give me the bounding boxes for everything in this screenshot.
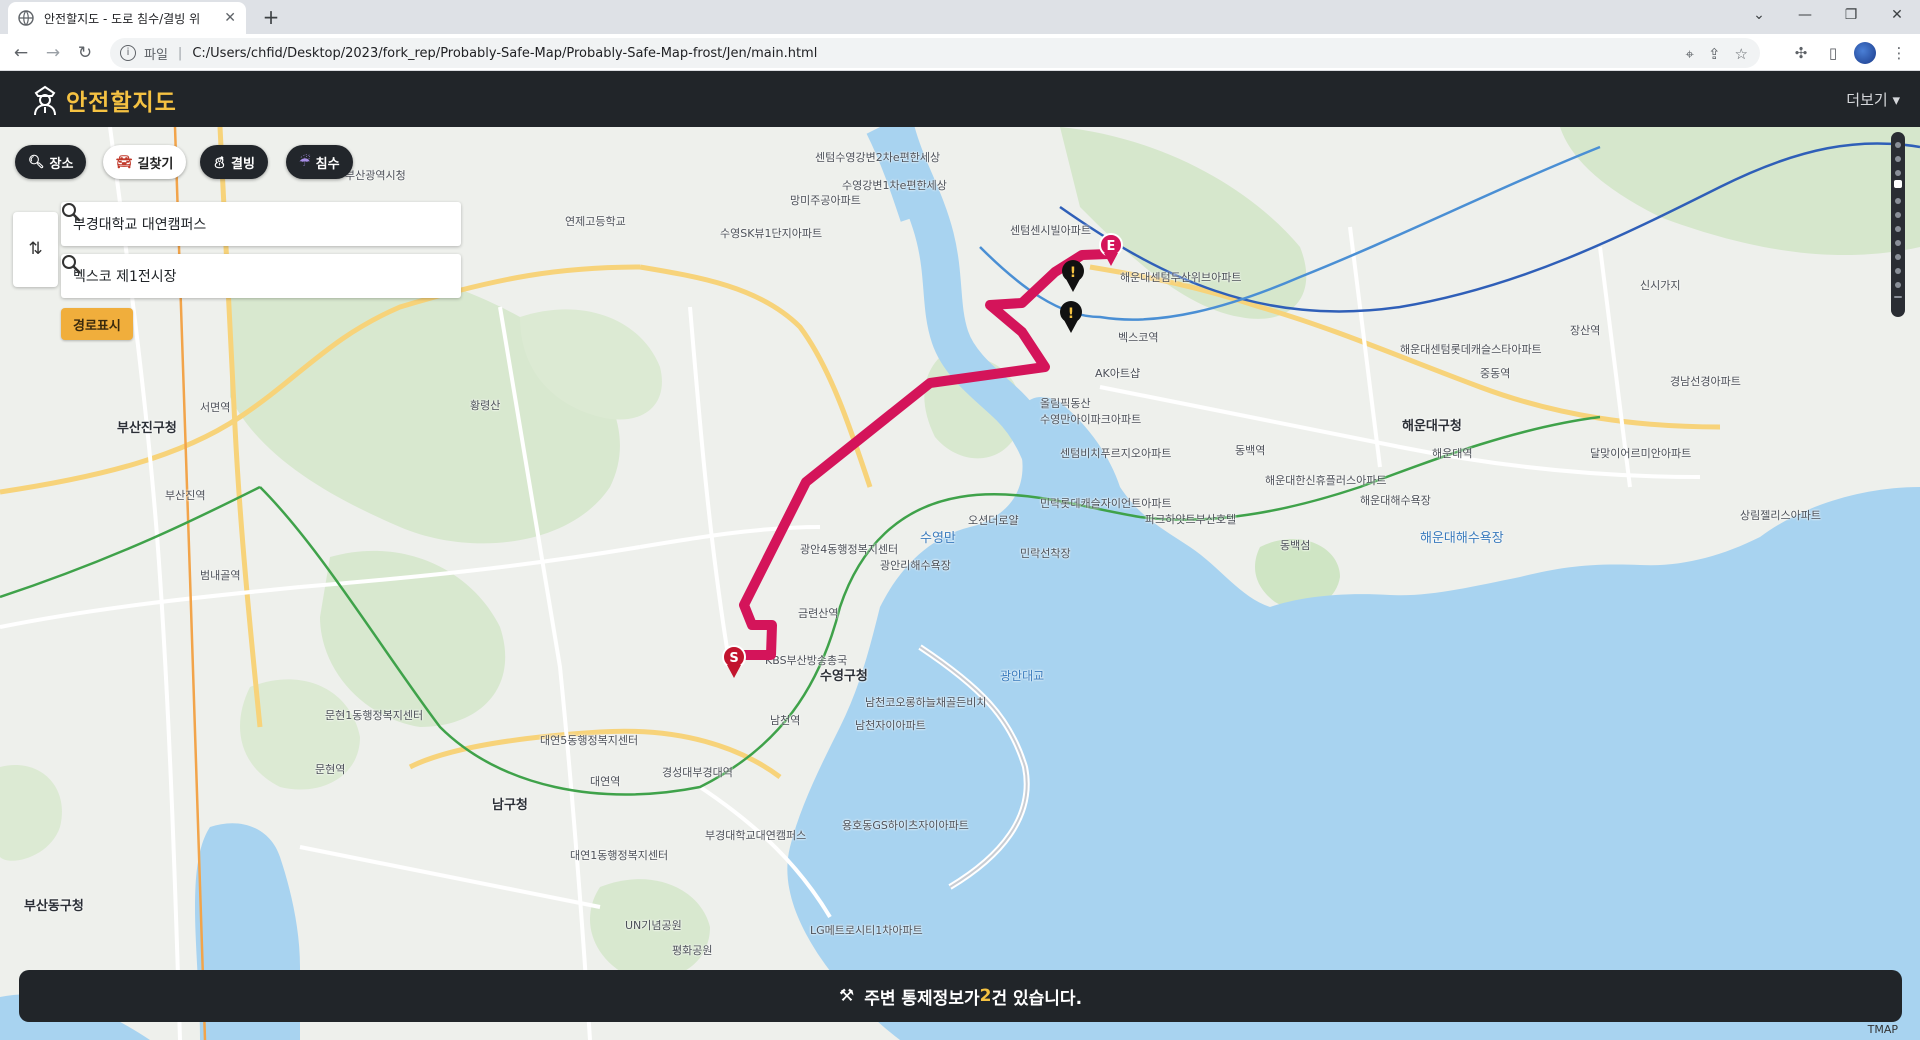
car-icon: 🚘︎ [116,154,133,170]
warning-marker-label: ! [1070,265,1076,281]
maximize-button[interactable]: ❐ [1828,0,1874,30]
close-window-button[interactable]: ✕ [1874,0,1920,30]
mode-place-button[interactable]: 🔍︎ 장소 [15,145,87,179]
map-canvas[interactable]: 부산진구청 남구청 수영구청 해운대구청 부산동구청 부산광역시청 연제고등학교… [0,127,1920,1040]
police-person-icon [34,85,56,116]
zoom-knob[interactable] [1894,180,1902,188]
forward-arrow-icon[interactable]: → [40,40,66,66]
warning-marker[interactable]: ! [1060,301,1082,333]
zoom-slider[interactable] [1891,132,1905,317]
mode-directions-label: 길찾기 [137,156,174,172]
warning-marker[interactable]: ! [1062,260,1084,292]
globe-icon [18,10,34,26]
app-logo[interactable]: 안전할지도 [32,83,177,117]
zoom-tick [1895,268,1901,274]
tab-title: 안전할지도 - 도로 침수/결빙 위 [44,11,201,26]
kebab-menu-icon[interactable]: ⋮ [1886,40,1912,66]
show-route-button[interactable]: 경로표시 [61,308,133,340]
app-header: 안전할지도 더보기 ▾ [0,71,1920,127]
address-bar[interactable]: i 파일 | C:/Users/chfid/Desktop/2023/fork_… [110,38,1760,68]
zoom-tick [1895,156,1901,162]
url-separator: | [177,45,183,61]
tmap-logo: TMAP [1867,1023,1898,1036]
route-search-panel: ⇅ 부경대학교 대연캠퍼스 벡스코 제1전시장 [13,202,463,298]
start-marker[interactable]: S [722,645,746,678]
ice-person-icon: ⛄︎ [213,155,227,171]
location-pin-icon[interactable]: ⌖ [1686,45,1694,63]
new-tab-button[interactable]: + [258,4,284,30]
origin-value: 부경대학교 대연캠퍼스 [73,217,207,233]
back-arrow-icon[interactable]: ← [8,40,34,66]
notice-suffix: 건 있습니다. [991,988,1083,1009]
more-menu-dropdown[interactable]: 더보기 ▾ [1846,89,1900,110]
mode-flood-label: 침수 [315,156,340,172]
mode-flood-button[interactable]: ☔︎ 침수 [286,145,353,179]
magnifier-icon: 🔍︎ [28,154,45,170]
zoom-tick [1895,226,1901,232]
profile-avatar[interactable] [1854,42,1876,64]
destination-field[interactable]: 벡스코 제1전시장 [61,254,461,298]
mode-place-label: 장소 [49,156,74,172]
origin-field[interactable]: 부경대학교 대연캠퍼스 [61,202,461,246]
warning-marker-label: ! [1068,306,1074,322]
zoom-tick [1895,254,1901,260]
start-marker-label: S [729,651,738,666]
zoom-tick [1895,142,1901,148]
minimize-button[interactable]: — [1782,0,1828,30]
tab-close-icon[interactable]: ✕ [224,10,236,26]
url-scheme: 파일 [144,47,168,63]
mode-ice-label: 결빙 [231,156,255,172]
search-icon[interactable] [61,254,81,274]
url-text: C:/Users/chfid/Desktop/2023/fork_rep/Pro… [192,45,818,61]
zoom-tick [1895,198,1901,204]
zoom-tick [1895,282,1901,288]
notice-prefix: 주변 통제정보가 [864,988,980,1009]
swap-arrows-icon[interactable]: ⇅ [13,212,58,287]
browser-tab[interactable]: 안전할지도 - 도로 침수/결빙 위 ✕ [8,2,246,34]
bookmark-star-icon[interactable]: ☆ [1735,45,1748,63]
end-marker[interactable]: E [1099,233,1123,266]
route-path [729,249,1113,660]
control-info-notice[interactable]: ⚒ 주변 통제정보가 2 건 있습니다. [19,970,1902,1022]
extensions-puzzle-icon[interactable]: ✣ [1788,40,1814,66]
zoom-out-icon[interactable] [1894,296,1902,298]
notice-count: 2 [979,986,992,1006]
destination-value: 벡스코 제1전시장 [73,269,177,285]
rain-icon: ☔︎ [299,154,311,170]
tab-search-button[interactable]: ⌄ [1736,0,1782,30]
info-icon[interactable]: i [120,45,136,61]
mode-ice-button[interactable]: ⛄︎ 결빙 [200,145,268,179]
mode-directions-button[interactable]: 🚘︎ 길찾기 [103,145,187,179]
zoom-tick [1895,240,1901,246]
zoom-tick [1895,212,1901,218]
side-panel-icon[interactable]: ▯ [1820,40,1846,66]
share-icon[interactable]: ⇪ [1708,45,1721,63]
browser-toolbar: ← → ↻ i 파일 | C:/Users/chfid/Desktop/2023… [0,34,1920,71]
hammer-icon: ⚒ [838,986,855,1006]
zoom-tick [1895,170,1901,176]
browser-tab-strip: 안전할지도 - 도로 침수/결빙 위 ✕ + ⌄ — ❐ ✕ [0,0,1920,34]
end-marker-label: E [1107,239,1116,254]
logo-text: 안전할지도 [66,90,177,116]
reload-icon[interactable]: ↻ [72,40,98,66]
search-icon[interactable] [61,202,81,222]
